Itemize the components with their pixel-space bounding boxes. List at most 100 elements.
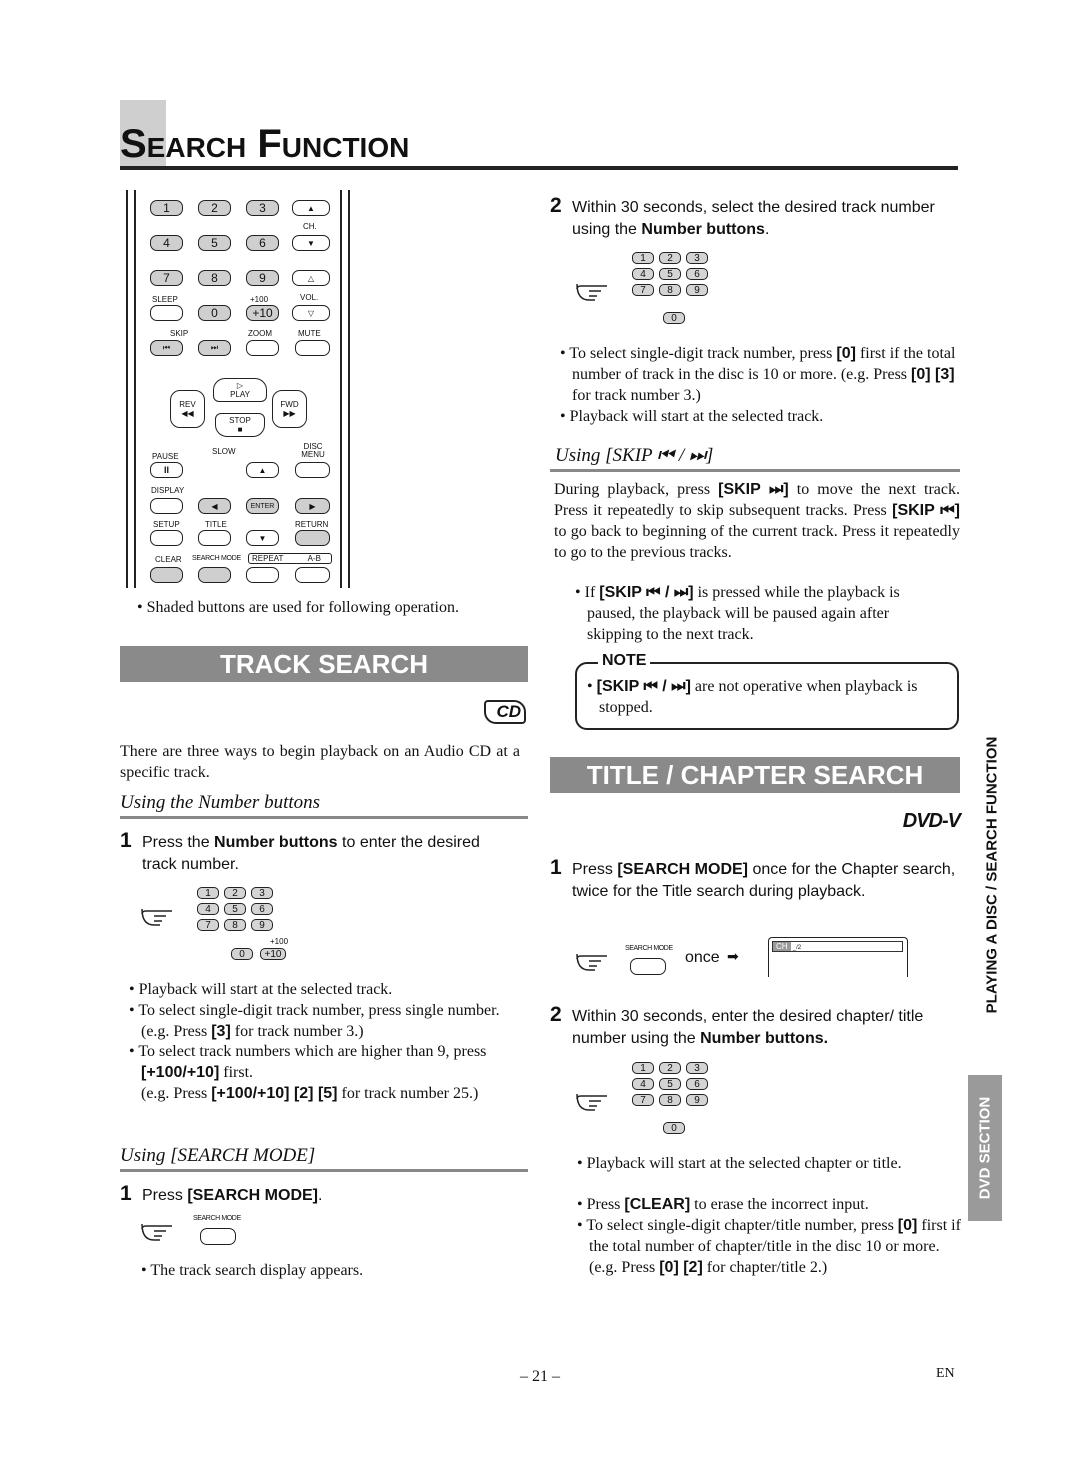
search-mode-button-illustration	[200, 1228, 236, 1245]
search-mode-bullet: • The track search display appears.	[141, 1262, 364, 1279]
divider	[550, 469, 960, 472]
title-chapter-search-heading: TITLE / CHAPTER SEARCH	[550, 757, 960, 793]
search-mode-button-illustration	[630, 958, 666, 975]
hand-pointer-icon	[141, 908, 172, 926]
track-step-2: 2 Within 30 seconds, select the desired t…	[550, 194, 935, 239]
remote-btn-return	[295, 530, 330, 546]
fwd-button: FWD ▶▶	[272, 390, 307, 428]
remote-btn-9: 9	[246, 270, 279, 286]
mute-label: MUTE	[298, 329, 321, 338]
skip-paragraph: During playback, press [SKIP ⏭] to move …	[554, 481, 961, 561]
rev-button: REV ◀◀	[170, 390, 205, 428]
remote-caption: • Shaded buttons are used for following …	[137, 599, 459, 616]
hand-pointer-icon	[576, 283, 607, 301]
vol-down-icon: ▽	[292, 305, 330, 321]
setup-label: SETUP	[153, 520, 180, 529]
number-keypad-illustration: 123 456 789 0	[575, 250, 735, 332]
remote-btn-3: 3	[246, 200, 279, 216]
title-label: TITLE	[205, 520, 227, 529]
remote-btn-search-mode	[198, 567, 231, 583]
track-step2-bullet-2: • Playback will start at the selected tr…	[560, 408, 824, 425]
number-keypad-illustration: 123 456 789 +100 0 +10	[140, 885, 300, 967]
ch-label: CH.	[303, 222, 317, 231]
skip-bullet: • If [SKIP ⏮ / ⏭] is pressed while the p…	[575, 584, 900, 643]
ch-up-icon: ▲	[292, 200, 330, 216]
slow-label: SLOW	[212, 447, 236, 456]
search-mode-label: SEARCH MODE	[193, 1215, 241, 1222]
play-icon: ▷	[236, 381, 244, 390]
title-rule	[120, 166, 958, 170]
repeat-label: REPEAT A-B	[248, 553, 332, 564]
remote-btn-1: 1	[150, 200, 183, 216]
rev-icon: ◀◀	[181, 409, 194, 418]
skip-label: SKIP	[170, 329, 189, 338]
zoom-label: ZOOM	[248, 329, 272, 338]
track-bullet-1: • Playback will start at the selected tr…	[129, 981, 393, 998]
pause-label: PAUSE	[152, 452, 179, 461]
remote-btn-setup	[150, 530, 183, 546]
note-label: NOTE	[598, 652, 651, 670]
remote-btn-sleep	[150, 305, 183, 321]
left-arrow-icon: ◀	[198, 498, 231, 514]
pause-icon: II	[150, 462, 183, 478]
track-bullet-3: • To select track numbers which are high…	[129, 1043, 487, 1081]
display-label: DISPLAY	[151, 486, 185, 495]
chapter-bullet-3: • To select single-digit chapter/title n…	[577, 1217, 961, 1276]
remote-btn-display	[150, 498, 183, 514]
stop-button: STOP ■	[215, 413, 265, 437]
track-step-1: 1 Press the Number buttons to enter the d…	[120, 829, 480, 874]
search-mode-label: SEARCH MODE	[625, 945, 673, 952]
remote-btn-plus10: +10	[246, 305, 279, 321]
cd-logo: CD	[484, 700, 526, 724]
plus100-label: +100	[250, 295, 269, 304]
skip-next-icon: ⏭	[198, 340, 231, 356]
note-text: • [SKIP ⏮ / ⏭] are not operative when pl…	[587, 678, 918, 716]
page-title: Search Function	[120, 122, 410, 166]
vol-label: VOL.	[300, 293, 319, 302]
remote-btn-zoom	[246, 340, 279, 356]
disc-menu-label: DISC MENU	[301, 442, 325, 459]
remote-btn-ab	[295, 567, 330, 583]
ch-down-icon: ▼	[292, 235, 330, 251]
stop-icon: ■	[237, 425, 243, 434]
return-label: RETURN	[295, 520, 329, 529]
remote-btn-8: 8	[198, 270, 231, 286]
hand-pointer-icon	[576, 953, 607, 971]
track-bullet-2: • To select single-digit track number, p…	[129, 1002, 500, 1040]
side-tab-section: DVD SECTION	[976, 1096, 994, 1200]
remote-btn-4: 4	[150, 235, 183, 251]
hand-pointer-icon	[141, 1223, 172, 1241]
track-step2-bullet-1: • To select single-digit track number, p…	[560, 345, 956, 404]
divider	[120, 1169, 528, 1172]
remote-btn-0: 0	[198, 305, 231, 321]
search-mode-label: SEARCH MODE	[192, 555, 241, 562]
remote-btn-7: 7	[150, 270, 183, 286]
arrow-right-icon: ➡	[727, 948, 739, 964]
chapter-step-1: 1 Press [SEARCH MODE] once for the Chapte…	[550, 856, 956, 901]
number-keypad-illustration: 123 456 789 0	[575, 1060, 735, 1142]
track-search-intro: There are three ways to begin playback o…	[120, 743, 520, 781]
enter-button: ENTER	[246, 498, 279, 514]
dvd-v-logo: DVD-V	[902, 810, 961, 832]
remote-btn-5: 5	[198, 235, 231, 251]
down-arrow-icon: ▼	[246, 530, 279, 546]
chapter-bullet-2: • Press [CLEAR] to erase the incorrect i…	[577, 1196, 869, 1213]
up-arrow-icon: ▲	[246, 462, 279, 478]
once-label: once	[685, 949, 720, 966]
remote-btn-disc-menu	[295, 462, 330, 478]
skip-prev-icon: ⏮	[150, 340, 183, 356]
tv-display-illustration: CH _/2	[768, 937, 908, 977]
right-arrow-icon: ▶	[295, 498, 330, 514]
chapter-step-2: 2 Within 30 seconds, enter the desired ch…	[550, 1003, 924, 1048]
track-search-heading: TRACK SEARCH	[120, 646, 528, 682]
divider	[120, 816, 528, 819]
remote-btn-title	[198, 530, 231, 546]
side-tab-chapter: PLAYING A DISC / SEARCH FUNCTION	[983, 736, 1001, 1014]
remote-btn-clear	[150, 567, 183, 583]
number-buttons-heading: Using the Number buttons	[120, 792, 321, 813]
fwd-icon: ▶▶	[283, 409, 296, 418]
chapter-bullet-1: • Playback will start at the selected ch…	[577, 1155, 902, 1172]
play-button: ▷ PLAY	[213, 378, 267, 402]
remote-btn-repeat	[246, 567, 279, 583]
page-number: – 21 –	[520, 1368, 560, 1385]
